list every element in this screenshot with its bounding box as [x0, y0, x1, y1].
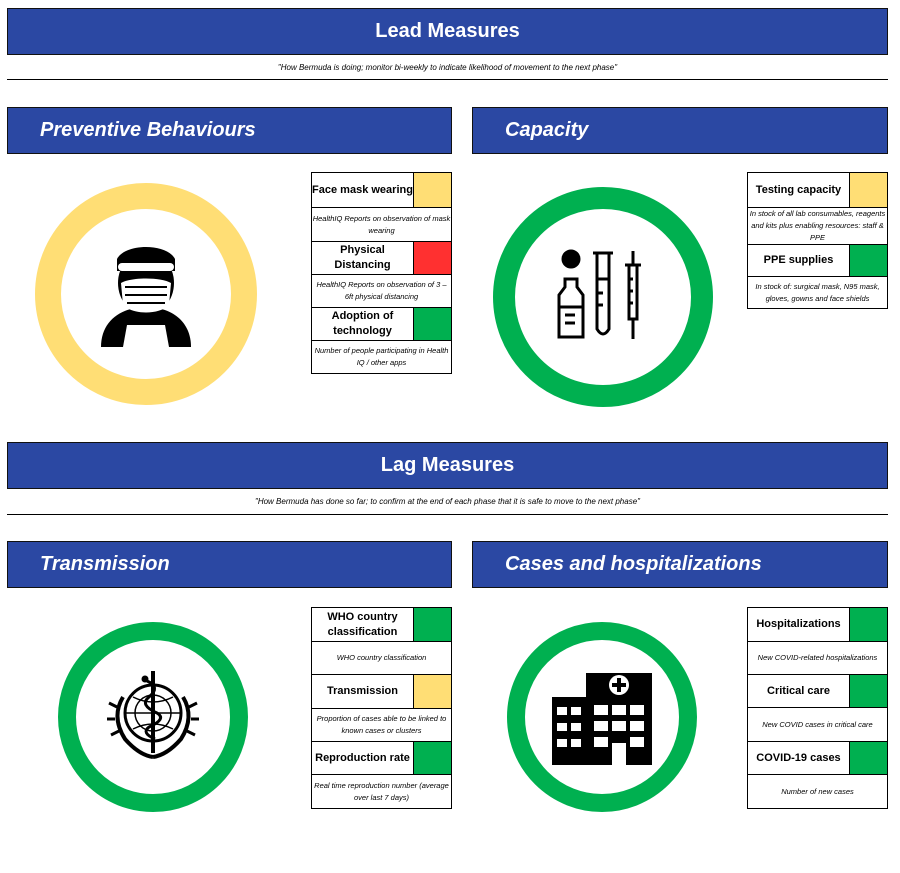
who-emblem-icon [107, 671, 199, 759]
cases-metrics-table: Hospitalizations New COVID-related hospi… [747, 607, 888, 809]
lab-supplies-icon [557, 249, 641, 339]
masked-person-icon [101, 247, 191, 347]
status-swatch [413, 674, 452, 709]
metric-label: Face mask wearing [311, 172, 414, 208]
divider [7, 79, 888, 80]
divider [7, 514, 888, 515]
metric-label: Hospitalizations [747, 607, 850, 642]
capacity-section-title: Capacity [505, 119, 589, 141]
transmission-metrics-table: WHO country classification WHO country c… [311, 607, 452, 809]
metric-description: Number of people participating in Health… [311, 340, 452, 374]
preventive-section-header: Preventive Behaviours [7, 107, 452, 154]
preventive-metrics-table: Face mask wearing HealthIQ Reports on ob… [311, 172, 452, 374]
capacity-metrics-table: Testing capacity In stock of all lab con… [747, 172, 888, 309]
metric-label: Critical care [747, 674, 850, 708]
lag-measures-subtitle: "How Bermuda has done so far; to confirm… [254, 497, 640, 506]
metric-description: WHO country classification [311, 641, 452, 675]
lead-measures-banner: Lead Measures [7, 8, 888, 55]
status-swatch [413, 741, 452, 775]
metric-label: WHO country classification [311, 607, 414, 642]
lag-measures-banner: Lag Measures [7, 442, 888, 489]
metric-description: HealthIQ Reports on observation of mask … [311, 207, 452, 242]
status-swatch [413, 307, 452, 341]
status-swatch [413, 172, 452, 208]
metric-label: Testing capacity [747, 172, 850, 208]
metric-description: In stock of all lab consumables, reagent… [747, 207, 888, 245]
capacity-status-ring [493, 187, 713, 407]
transmission-status-ring [58, 622, 248, 812]
metric-label: Physical Distancing [311, 241, 414, 275]
metric-label: Transmission [311, 674, 414, 709]
metric-label: Adoption of technology [311, 307, 414, 341]
status-swatch [849, 607, 888, 642]
metric-description: In stock of: surgical mask, N95 mask, gl… [747, 276, 888, 309]
lead-measures-title: Lead Measures [375, 20, 520, 42]
metric-description: Proportion of cases able to be linked to… [311, 708, 452, 742]
status-swatch [849, 741, 888, 775]
metric-description: Number of new cases [747, 774, 888, 809]
cases-status-ring [507, 622, 697, 812]
metric-description: HealthIQ Reports on observation of 3 – 6… [311, 274, 452, 308]
status-swatch [849, 244, 888, 277]
status-swatch [413, 241, 452, 275]
transmission-section-title: Transmission [40, 553, 170, 575]
transmission-section-header: Transmission [7, 541, 452, 588]
capacity-section-header: Capacity [472, 107, 888, 154]
status-swatch [413, 607, 452, 642]
status-swatch [849, 172, 888, 208]
metric-description: New COVID cases in critical care [747, 707, 888, 742]
metric-description: New COVID-related hospitalizations [747, 641, 888, 675]
hospital-icon [552, 673, 652, 765]
metric-description: Real time reproduction number (average o… [311, 774, 452, 809]
cases-section-title: Cases and hospitalizations [505, 553, 762, 575]
lead-measures-subtitle: "How Bermuda is doing; monitor bi-weekly… [277, 63, 618, 72]
metric-label: COVID-19 cases [747, 741, 850, 775]
lag-measures-title: Lag Measures [380, 454, 515, 476]
preventive-status-ring [35, 183, 257, 405]
metric-label: PPE supplies [747, 244, 850, 277]
preventive-section-title: Preventive Behaviours [40, 119, 256, 141]
metric-label: Reproduction rate [311, 741, 414, 775]
cases-section-header: Cases and hospitalizations [472, 541, 888, 588]
status-swatch [849, 674, 888, 708]
